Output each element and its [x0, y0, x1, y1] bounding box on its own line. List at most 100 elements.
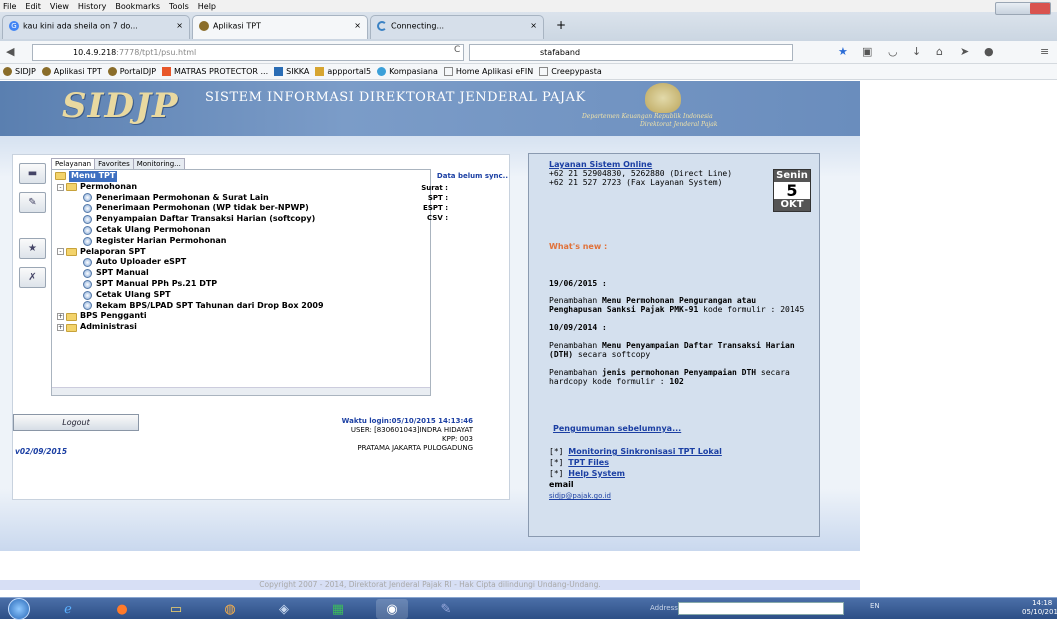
app-icon[interactable]: ◈ — [268, 599, 300, 619]
explorer-folder-icon[interactable]: ▭ — [160, 599, 192, 619]
collapse-toggle[interactable]: - — [57, 183, 64, 191]
media-player-icon[interactable]: ● — [106, 599, 138, 619]
bookmark-appportal5[interactable]: appportal5 — [315, 67, 371, 76]
bookmark-sikka[interactable]: SIKKA — [274, 67, 309, 76]
layanan-link[interactable]: Layanan Sistem Online — [549, 160, 811, 169]
home-icon[interactable]: ⌂ — [936, 45, 943, 58]
bookmark-favicon-icon — [274, 67, 284, 76]
close-tab-icon[interactable]: × — [354, 21, 361, 30]
chat-icon[interactable]: ● — [984, 45, 994, 58]
back-arrow-icon[interactable]: ◀ — [6, 45, 14, 58]
window-controls[interactable] — [995, 2, 1051, 15]
tree-node-bps-pengganti[interactable]: + BPS Pengganti — [55, 311, 430, 322]
expand-toggle[interactable]: + — [57, 313, 64, 321]
menu-item-icon — [83, 269, 92, 279]
favorite-add-button[interactable]: ★ — [19, 238, 46, 259]
bookmark-portaldjp[interactable]: PortalDJP — [107, 67, 156, 76]
menu-tree: Menu TPT - Permohonan Penerimaan Permohon… — [51, 169, 431, 396]
bookmark-aplikasi-tpt[interactable]: Aplikasi TPT — [41, 67, 102, 76]
tree-item[interactable]: Penerimaan Permohonan & Surat Lain — [55, 193, 430, 204]
bookmark-star-icon[interactable]: ★ — [838, 45, 848, 58]
logout-button[interactable]: Logout — [13, 414, 139, 431]
email-link[interactable]: sidjp@pajak.go.id — [549, 492, 811, 501]
horizontal-scrollbar[interactable] — [52, 387, 430, 395]
menu-tools[interactable]: Tools — [169, 2, 189, 11]
clock[interactable]: 14:1805/10/2015 — [1022, 599, 1057, 617]
tree-item[interactable]: Auto Uploader eSPT — [55, 257, 430, 268]
tool-button-2[interactable]: ✎ — [19, 192, 46, 213]
tab-monitoring[interactable]: Monitoring... — [132, 158, 185, 169]
calendar-month: OKT — [774, 199, 810, 211]
tree-node-menu-tpt[interactable]: Menu TPT — [55, 171, 430, 182]
link-row-2: [*] TPT Files — [549, 458, 609, 467]
menu-view[interactable]: View — [50, 2, 69, 11]
language-indicator[interactable]: EN — [870, 602, 880, 610]
menu-history[interactable]: History — [78, 2, 106, 11]
tab-sheila[interactable]: Gkau kini ada sheila on 7 do... × — [2, 15, 190, 39]
bookmark-favicon-icon — [377, 67, 387, 76]
monitoring-link[interactable]: Monitoring Sinkronisasi TPT Lokal — [568, 447, 722, 456]
tree-item[interactable]: SPT Manual PPh Ps.21 DTP — [55, 279, 430, 290]
tab-pelayanan[interactable]: Pelayanan — [51, 158, 96, 169]
menu-bookmarks[interactable]: Bookmarks — [115, 2, 160, 11]
tree-item[interactable]: Penyampaian Daftar Transaksi Harian (sof… — [55, 214, 430, 225]
url-bar[interactable]: 10.4.9.218:7778/tpt1/psu.html — [32, 44, 464, 61]
search-input[interactable]: stafaband — [469, 44, 793, 61]
tree-node-permohonan[interactable]: - Permohonan — [55, 182, 430, 193]
pengumuman-link[interactable]: Pengumuman sebelumnya... — [553, 424, 811, 433]
collapse-toggle[interactable]: - — [57, 248, 64, 256]
close-tab-icon[interactable]: × — [176, 21, 183, 30]
bookmark-creepypasta[interactable]: Creepypasta — [539, 67, 602, 76]
new-tab-button[interactable]: + — [556, 18, 566, 32]
tree-item[interactable]: Cetak Ulang Permohonan — [55, 225, 430, 236]
excel-icon[interactable]: ▦ — [322, 599, 354, 619]
address-label: Address — [650, 604, 678, 612]
tool-button-1[interactable]: ▬ — [19, 163, 46, 184]
tab-favorites[interactable]: Favorites — [94, 158, 134, 169]
folder-icon — [66, 323, 77, 332]
expand-toggle[interactable]: + — [57, 324, 64, 332]
bookmark-efin[interactable]: Home Aplikasi eFIN — [443, 67, 533, 76]
bookmark-sidjp[interactable]: SIDJP — [3, 67, 36, 76]
start-button[interactable] — [8, 598, 30, 620]
reading-list-icon[interactable]: ▣ — [862, 45, 872, 58]
menu-item-icon — [83, 290, 92, 300]
send-icon[interactable]: ➤ — [960, 45, 969, 58]
tree-item[interactable]: Rekam BPS/LPAD SPT Tahunan dari Drop Box… — [55, 301, 430, 312]
bookmark-kompasiana[interactable]: Kompasiana — [377, 67, 438, 76]
download-icon[interactable]: ↓ — [912, 45, 921, 58]
firefox-icon[interactable]: ◍ — [214, 599, 246, 619]
menu-item-icon — [83, 215, 92, 225]
sidjp-banner: SIDJP SISTEM INFORMASI DIREKTORAT JENDER… — [0, 81, 860, 136]
tpt-files-link[interactable]: TPT Files — [568, 458, 609, 467]
menu-item-icon — [83, 301, 92, 311]
tab-bar: Gkau kini ada sheila on 7 do... × Aplika… — [0, 12, 1057, 41]
menu-edit[interactable]: Edit — [25, 2, 41, 11]
tree-item[interactable]: Register Harian Permohonan — [55, 236, 430, 247]
news-item-3: Penambahan jenis permohonan Penyampaian … — [549, 368, 790, 386]
tab-aplikasi-tpt[interactable]: Aplikasi TPT × — [192, 15, 368, 39]
reload-icon[interactable]: C — [454, 45, 460, 55]
whats-new-heading: What's new : — [549, 242, 608, 251]
close-tab-icon[interactable]: × — [530, 21, 537, 30]
folder-icon — [66, 247, 77, 256]
tree-item[interactable]: Cetak Ulang SPT — [55, 290, 430, 301]
paint-icon[interactable]: ✎ — [430, 599, 462, 619]
active-app-icon[interactable]: ◉ — [376, 599, 408, 619]
tab-connecting[interactable]: Connecting... × — [370, 15, 544, 39]
menu-help[interactable]: Help — [198, 2, 216, 11]
bookmark-matras[interactable]: MATRAS PROTECTOR ... — [162, 67, 268, 76]
tree-item[interactable]: SPT Manual — [55, 268, 430, 279]
taskbar: ℯ ● ▭ ◍ ◈ ▦ ◉ ✎ Address EN 14:18 05/10/20… — [0, 597, 1057, 620]
window-close-button[interactable] — [1030, 3, 1050, 14]
favorite-remove-button[interactable]: ✗ — [19, 267, 46, 288]
pocket-icon[interactable]: ◡ — [888, 45, 898, 58]
hamburger-menu-icon[interactable]: ≡ — [1040, 45, 1049, 58]
help-system-link[interactable]: Help System — [568, 469, 625, 478]
tree-node-administrasi[interactable]: + Administrasi — [55, 322, 430, 333]
tree-item[interactable]: Penerimaan Permohonan (WP tidak ber-NPWP… — [55, 203, 430, 214]
menu-file[interactable]: File — [3, 2, 16, 11]
tree-node-pelaporan-spt[interactable]: - Pelaporan SPT — [55, 247, 430, 258]
ie-icon[interactable]: ℯ — [52, 599, 84, 619]
address-input[interactable] — [678, 602, 844, 615]
